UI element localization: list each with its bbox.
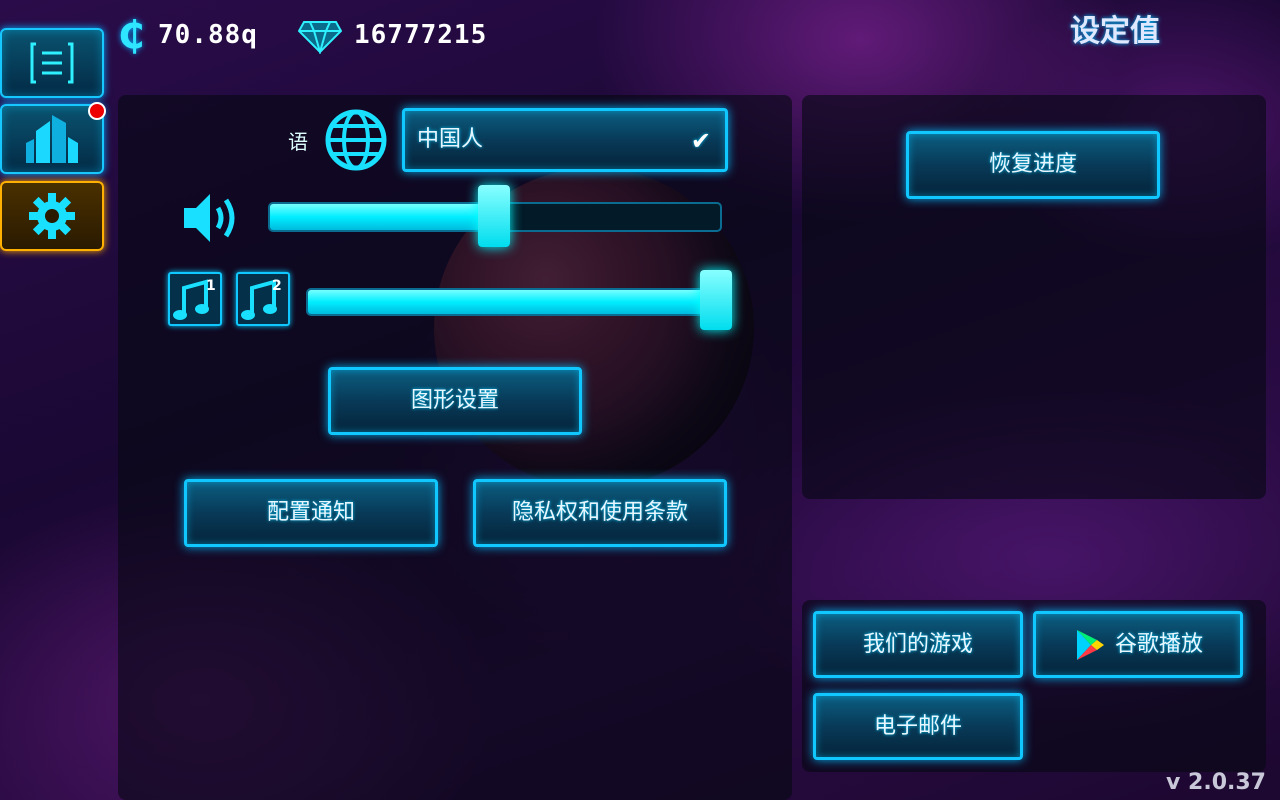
google-play-label: 谷歌播放 <box>1114 631 1203 657</box>
notifications-button[interactable]: 配置通知 <box>184 479 438 547</box>
notification-badge <box>88 102 106 120</box>
language-dropdown[interactable]: 中国人 ✔ <box>402 108 728 172</box>
svg-text:1: 1 <box>206 278 216 294</box>
coin-balance: 70.88q <box>158 20 258 50</box>
svg-text:2: 2 <box>272 278 282 294</box>
music-track-1-button[interactable]: 1 <box>168 272 222 326</box>
coin-icon: ₵ <box>118 13 145 57</box>
google-play-icon <box>1076 629 1104 660</box>
music-handle[interactable] <box>700 270 732 330</box>
language-selected: 中国人 <box>417 127 484 152</box>
email-button[interactable]: 电子邮件 <box>813 693 1023 760</box>
globe-icon <box>325 109 387 171</box>
tab-settings[interactable] <box>0 181 104 251</box>
our-games-button[interactable]: 我们的游戏 <box>813 611 1023 678</box>
gem-balance: 16777215 <box>354 20 488 50</box>
music-slider[interactable] <box>306 288 730 316</box>
music-note-icon: 1 <box>173 278 216 320</box>
privacy-terms-button[interactable]: 隐私权和使用条款 <box>473 479 727 547</box>
graphics-settings-button[interactable]: 图形设置 <box>328 367 582 435</box>
tab-missions[interactable] <box>0 28 104 98</box>
list-icon <box>30 42 74 84</box>
diamond-icon <box>298 21 342 54</box>
version-label: v 2.0.37 <box>1166 770 1266 795</box>
check-icon: ✔ <box>690 127 711 155</box>
music-note-icon: 2 <box>241 278 282 320</box>
music-fill <box>308 290 728 314</box>
google-play-button[interactable]: 谷歌播放 <box>1033 611 1243 678</box>
language-label: 语 <box>288 130 308 154</box>
gear-icon <box>29 193 75 239</box>
restore-progress-button[interactable]: 恢复进度 <box>906 131 1160 199</box>
buildings-icon <box>26 115 78 163</box>
speaker-icon <box>184 194 235 242</box>
page-title: 设定值 <box>1070 14 1160 49</box>
sound-effects-fill <box>270 204 495 230</box>
music-track-2-button[interactable]: 2 <box>236 272 290 326</box>
sound-effects-handle[interactable] <box>478 185 510 247</box>
